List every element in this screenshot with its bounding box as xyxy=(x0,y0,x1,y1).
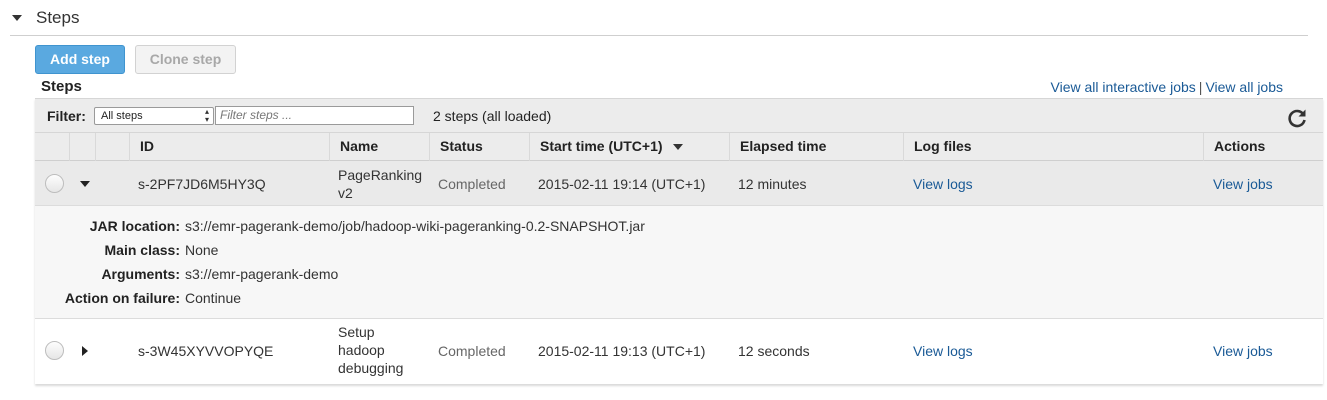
header-name[interactable]: Name xyxy=(329,133,429,161)
header-select-col xyxy=(35,133,69,161)
row-select-radio[interactable] xyxy=(45,174,64,193)
sort-desc-icon xyxy=(672,144,683,151)
top-links: View all interactive jobs | View all jobs xyxy=(1051,79,1283,95)
step-elapsed-time: 12 seconds xyxy=(738,343,810,359)
steps-table-title: Steps xyxy=(41,78,82,95)
view-logs-link[interactable]: View logs xyxy=(913,342,973,360)
header-status[interactable]: Status xyxy=(429,133,529,161)
step-details: JAR location: s3://emr-pagerank-demo/job… xyxy=(35,206,1323,319)
step-id: s-2PF7JD6M5HY3Q xyxy=(138,176,266,192)
step-name: PageRanking v2 xyxy=(338,167,423,201)
caret-down-icon[interactable] xyxy=(12,15,22,21)
step-name: Setup hadoop debugging xyxy=(338,324,404,376)
section-title: Steps xyxy=(36,8,80,27)
filter-select-value: All steps xyxy=(101,110,143,122)
add-step-button[interactable]: Add step xyxy=(35,45,125,74)
filter-select[interactable]: All steps ▴ ▾ xyxy=(94,107,214,125)
step-status: Completed xyxy=(438,343,506,359)
filter-label: Filter: xyxy=(47,108,86,124)
header-blank-col xyxy=(95,133,129,161)
step-status: Completed xyxy=(438,176,506,192)
view-jobs-link[interactable]: View jobs xyxy=(1213,342,1273,360)
view-logs-link[interactable]: View logs xyxy=(913,175,973,193)
steps-count: 2 steps (all loaded) xyxy=(433,108,552,124)
table-row[interactable]: s-2PF7JD6M5HY3Q PageRanking v2 Completed … xyxy=(35,161,1323,206)
select-arrows-icon: ▴ ▾ xyxy=(204,107,209,124)
step-start-time: 2015-02-11 19:13 (UTC+1) xyxy=(538,343,706,359)
refresh-icon[interactable] xyxy=(1285,106,1309,130)
detail-action-on-failure: Action on failure: Continue xyxy=(64,290,242,306)
steps-section-header[interactable]: Steps xyxy=(10,6,1308,36)
collapse-icon[interactable] xyxy=(80,181,90,187)
expand-icon[interactable] xyxy=(82,346,88,356)
table-row[interactable]: s-3W45XYVVOPYQE Setup hadoop debugging Com… xyxy=(35,319,1323,382)
header-expand-col xyxy=(69,133,95,161)
detail-main-class: Main class: None xyxy=(104,242,219,258)
header-log-files: Log files xyxy=(903,133,1203,161)
header-elapsed-time[interactable]: Elapsed time xyxy=(729,133,903,161)
detail-jar-location: JAR location: s3://emr-pagerank-demo/job… xyxy=(89,218,645,234)
filter-bar: Filter: All steps ▴ ▾ Filter steps ... 2 … xyxy=(35,98,1323,132)
step-start-time: 2015-02-11 19:14 (UTC+1) xyxy=(538,176,706,192)
clone-step-button[interactable]: Clone step xyxy=(135,45,236,74)
header-actions: Actions xyxy=(1203,133,1323,161)
header-id[interactable]: ID xyxy=(129,133,329,161)
row-select-radio[interactable] xyxy=(45,341,64,360)
link-separator: | xyxy=(1198,79,1203,95)
detail-arguments: Arguments: s3://emr-pagerank-demo xyxy=(101,266,339,282)
steps-table-panel: Filter: All steps ▴ ▾ Filter steps ... 2 … xyxy=(35,98,1323,384)
table-header: ID Name Status Start time (UTC+1) Elapse… xyxy=(35,132,1323,161)
step-id: s-3W45XYVVOPYQE xyxy=(138,343,274,359)
step-elapsed-time: 12 minutes xyxy=(738,176,807,192)
view-all-jobs-link[interactable]: View all jobs xyxy=(1205,79,1283,95)
header-start-time[interactable]: Start time (UTC+1) xyxy=(529,133,729,161)
filter-steps-input[interactable]: Filter steps ... xyxy=(215,106,414,125)
view-jobs-link[interactable]: View jobs xyxy=(1213,175,1273,193)
view-all-interactive-jobs-link[interactable]: View all interactive jobs xyxy=(1051,79,1196,95)
